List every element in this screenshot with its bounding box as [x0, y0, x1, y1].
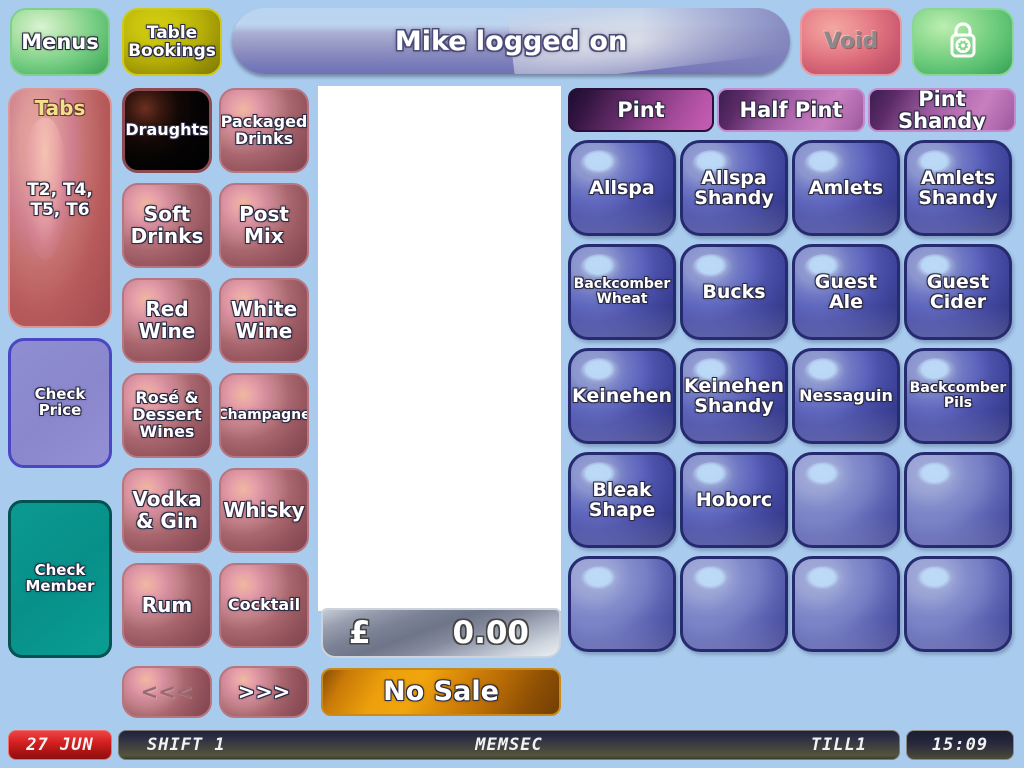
product-button-empty[interactable] — [792, 452, 900, 548]
product-button-empty[interactable] — [904, 556, 1012, 652]
total-currency-symbol: £ — [349, 615, 371, 651]
category-button-label: Post Mix — [239, 202, 289, 248]
prev-page-label: <<< — [140, 679, 194, 704]
size-tab[interactable]: Pint — [568, 88, 714, 132]
tabs-button-list: T2, T4, T5, T6 — [27, 180, 93, 220]
product-button-label: Guest Ale — [814, 270, 878, 313]
product-button-label: Allspa Shandy — [694, 166, 774, 209]
product-button-empty[interactable] — [680, 556, 788, 652]
void-button-label: Void — [823, 29, 879, 55]
total-display: £ 0.00 — [321, 608, 561, 658]
product-button-label: Allspa — [589, 176, 655, 199]
tabs-button-title: Tabs — [34, 96, 86, 120]
no-sale-button[interactable]: No Sale — [321, 668, 561, 716]
product-button[interactable]: Keinehen Shandy — [680, 348, 788, 444]
product-button-empty[interactable] — [568, 556, 676, 652]
category-button-label: Vodka & Gin — [132, 487, 202, 533]
product-button-empty[interactable] — [792, 556, 900, 652]
product-button-label: Amlets Shandy — [918, 166, 998, 209]
product-button-empty[interactable] — [904, 452, 1012, 548]
category-button[interactable]: Red Wine — [122, 278, 212, 363]
check-member-button[interactable]: Check Member — [8, 500, 112, 658]
menus-button-label: Menus — [21, 29, 99, 54]
category-button[interactable]: White Wine — [219, 278, 309, 363]
product-button[interactable]: Allspa — [568, 140, 676, 236]
table-bookings-button[interactable]: Table Bookings — [122, 8, 222, 76]
next-page-button[interactable]: >>> — [219, 666, 309, 718]
category-button[interactable]: Cocktail — [219, 563, 309, 648]
product-button[interactable]: Allspa Shandy — [680, 140, 788, 236]
category-button-label: White Wine — [230, 297, 298, 343]
status-date: 27 JUN — [8, 730, 112, 760]
product-button[interactable]: Amlets — [792, 140, 900, 236]
status-operator: MEMSEC — [475, 735, 543, 755]
no-sale-label: No Sale — [383, 675, 499, 707]
product-button-label: Bucks — [702, 280, 766, 303]
logged-on-text: Mike logged on — [394, 25, 628, 57]
status-time: 15:09 — [906, 730, 1014, 760]
product-button[interactable]: Nessaguin — [792, 348, 900, 444]
status-bar: SHIFT 1 MEMSEC TILL1 — [118, 730, 900, 760]
product-button[interactable]: Bleak Shape — [568, 452, 676, 548]
next-page-label: >>> — [237, 679, 291, 704]
size-tab-label: Pint Shandy — [898, 88, 986, 132]
product-button-label: Nessaguin — [799, 385, 893, 405]
product-button-label: Hoborc — [695, 488, 773, 511]
product-button[interactable]: Guest Ale — [792, 244, 900, 340]
product-button-label: Keinehen Shandy — [683, 374, 785, 417]
category-button-label: Draughts — [125, 120, 209, 140]
category-button-label: Cocktail — [227, 595, 301, 615]
status-till: TILL1 — [810, 735, 867, 755]
table-bookings-button-label: Table Bookings — [128, 22, 216, 61]
category-button[interactable]: Draughts — [122, 88, 212, 173]
prev-page-button[interactable]: <<< — [122, 666, 212, 718]
lock-button[interactable] — [912, 8, 1014, 76]
category-button-label: Champagne — [219, 407, 309, 424]
size-tab[interactable]: Half Pint — [717, 88, 865, 132]
category-button[interactable]: Rum — [122, 563, 212, 648]
size-tab-label: Pint — [617, 97, 665, 122]
status-title-bar: Mike logged on — [232, 8, 790, 74]
void-button[interactable]: Void — [800, 8, 902, 76]
category-button-label: Red Wine — [138, 297, 196, 343]
product-button-label: Backcomber Wheat — [573, 276, 671, 307]
category-button[interactable]: Rosé & Dessert Wines — [122, 373, 212, 458]
product-button[interactable]: Backcomber Pils — [904, 348, 1012, 444]
pos-screen: Menus Table Bookings Mike logged on Void — [0, 0, 1024, 768]
category-button[interactable]: Packaged Drinks — [219, 88, 309, 173]
product-button-label: Bleak Shape — [588, 478, 656, 521]
category-button[interactable]: Post Mix — [219, 183, 309, 268]
category-button[interactable]: Whisky — [219, 468, 309, 553]
product-button[interactable]: Amlets Shandy — [904, 140, 1012, 236]
category-button[interactable]: Soft Drinks — [122, 183, 212, 268]
category-button-label: Packaged Drinks — [220, 111, 308, 148]
category-button-label: Rosé & Dessert Wines — [132, 388, 202, 441]
menus-button[interactable]: Menus — [10, 8, 110, 76]
product-button[interactable]: Hoborc — [680, 452, 788, 548]
check-price-label: Check Price — [34, 385, 86, 419]
padlock-icon — [946, 20, 980, 64]
size-tab[interactable]: Pint Shandy — [868, 88, 1016, 132]
receipt-panel[interactable] — [318, 86, 561, 611]
product-button[interactable]: Backcomber Wheat — [568, 244, 676, 340]
product-button-label: Keinehen — [571, 384, 673, 407]
category-button[interactable]: Vodka & Gin — [122, 468, 212, 553]
category-button[interactable]: Champagne — [219, 373, 309, 458]
total-amount: 0.00 — [452, 615, 530, 651]
product-button[interactable]: Guest Cider — [904, 244, 1012, 340]
product-button-label: Amlets — [808, 176, 884, 199]
product-button-label: Backcomber Pils — [909, 380, 1007, 411]
product-button[interactable]: Bucks — [680, 244, 788, 340]
tabs-button[interactable]: Tabs T2, T4, T5, T6 — [8, 88, 112, 328]
category-button-label: Soft Drinks — [130, 202, 204, 248]
size-tab-label: Half Pint — [739, 97, 843, 122]
category-button-label: Whisky — [223, 497, 305, 522]
check-member-label: Check Member — [25, 561, 95, 595]
product-button[interactable]: Keinehen — [568, 348, 676, 444]
category-button-label: Rum — [141, 592, 193, 617]
product-button-label: Guest Cider — [926, 270, 990, 313]
check-price-button[interactable]: Check Price — [8, 338, 112, 468]
